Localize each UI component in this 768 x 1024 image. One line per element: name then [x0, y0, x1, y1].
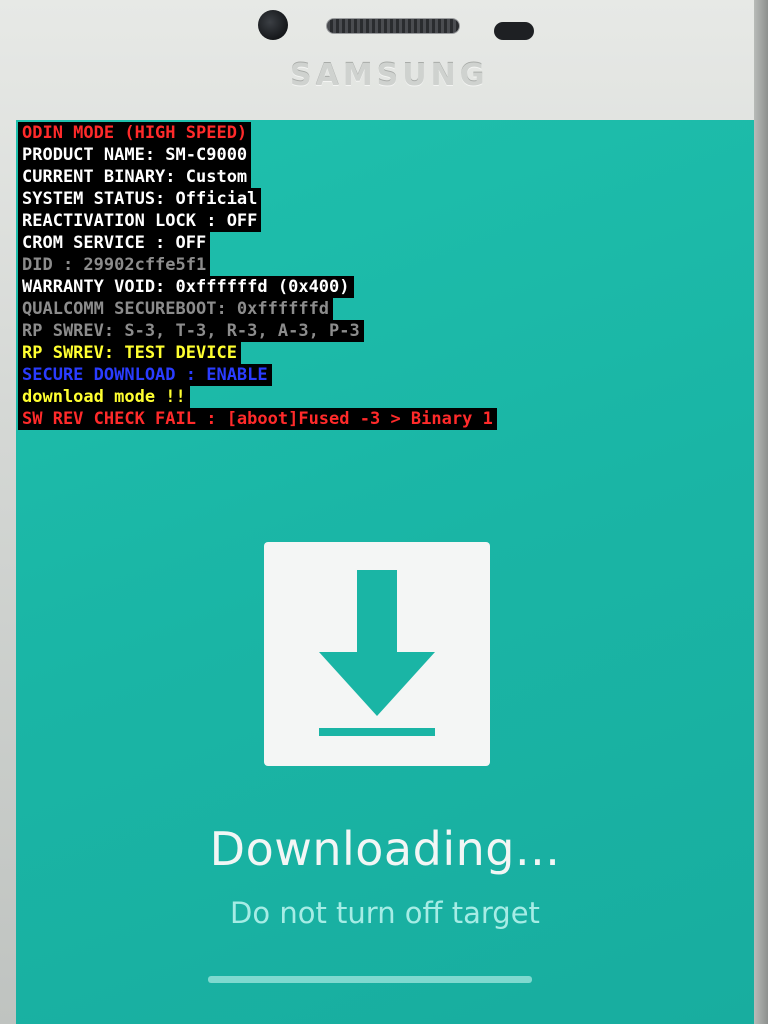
earpiece-speaker — [326, 18, 460, 34]
odin-log-row: download mode !! — [18, 386, 497, 408]
odin-status-log: ODIN MODE (HIGH SPEED) PRODUCT NAME: SM-C… — [18, 122, 497, 430]
device-edge — [754, 0, 768, 1024]
odin-log-line: SECURE DOWNLOAD : ENABLE — [18, 364, 272, 386]
brand-logo: SAMSUNG — [290, 58, 489, 93]
odin-log-line: PRODUCT NAME: SM-C9000 — [18, 144, 252, 166]
warning-subtitle: Do not turn off target — [230, 896, 540, 930]
odin-log-line: QUALCOMM SECUREBOOT: 0xffffffd — [18, 298, 334, 320]
odin-log-row: QUALCOMM SECUREBOOT: 0xffffffd — [18, 298, 497, 320]
odin-log-line: download mode !! — [18, 386, 190, 408]
odin-log-line: CROM SERVICE : OFF — [18, 232, 211, 254]
odin-log-row: SW REV CHECK FAIL : [aboot]Fused -3 > Bi… — [18, 408, 497, 430]
odin-log-row: DID : 29902cffe5f1 — [18, 254, 497, 276]
download-tile — [264, 542, 490, 766]
download-progress-bar — [208, 976, 532, 983]
download-mode-screen: ODIN MODE (HIGH SPEED) PRODUCT NAME: SM-C… — [16, 120, 754, 1024]
odin-log-line: REACTIVATION LOCK : OFF — [18, 210, 262, 232]
odin-log-row: SYSTEM STATUS: Official — [18, 188, 497, 210]
odin-log-row: RP SWREV: S-3, T-3, R-3, A-3, P-3 — [18, 320, 497, 342]
odin-log-row: CROM SERVICE : OFF — [18, 232, 497, 254]
odin-log-row: CURRENT BINARY: Custom — [18, 166, 497, 188]
download-arrow-icon — [319, 570, 435, 736]
odin-log-line: SYSTEM STATUS: Official — [18, 188, 262, 210]
odin-log-line: CURRENT BINARY: Custom — [18, 166, 252, 188]
odin-log-line: ODIN MODE (HIGH SPEED) — [18, 122, 252, 144]
odin-log-line: RP SWREV: S-3, T-3, R-3, A-3, P-3 — [18, 320, 364, 342]
odin-log-row: ODIN MODE (HIGH SPEED) — [18, 122, 497, 144]
odin-log-line: WARRANTY VOID: 0xffffffd (0x400) — [18, 276, 354, 298]
downloading-title: Downloading... — [209, 822, 561, 876]
odin-log-row: WARRANTY VOID: 0xffffffd (0x400) — [18, 276, 497, 298]
odin-log-line: DID : 29902cffe5f1 — [18, 254, 211, 276]
odin-log-row: SECURE DOWNLOAD : ENABLE — [18, 364, 497, 386]
odin-log-row: RP SWREV: TEST DEVICE — [18, 342, 497, 364]
odin-log-row: REACTIVATION LOCK : OFF — [18, 210, 497, 232]
phone-device: SAMSUNG ODIN MODE (HIGH SPEED) PRODUCT NA… — [0, 0, 768, 1024]
odin-log-line: SW REV CHECK FAIL : [aboot]Fused -3 > Bi… — [18, 408, 497, 430]
front-camera — [258, 10, 288, 40]
proximity-sensor — [494, 22, 534, 40]
odin-log-row: PRODUCT NAME: SM-C9000 — [18, 144, 497, 166]
odin-log-line: RP SWREV: TEST DEVICE — [18, 342, 241, 364]
